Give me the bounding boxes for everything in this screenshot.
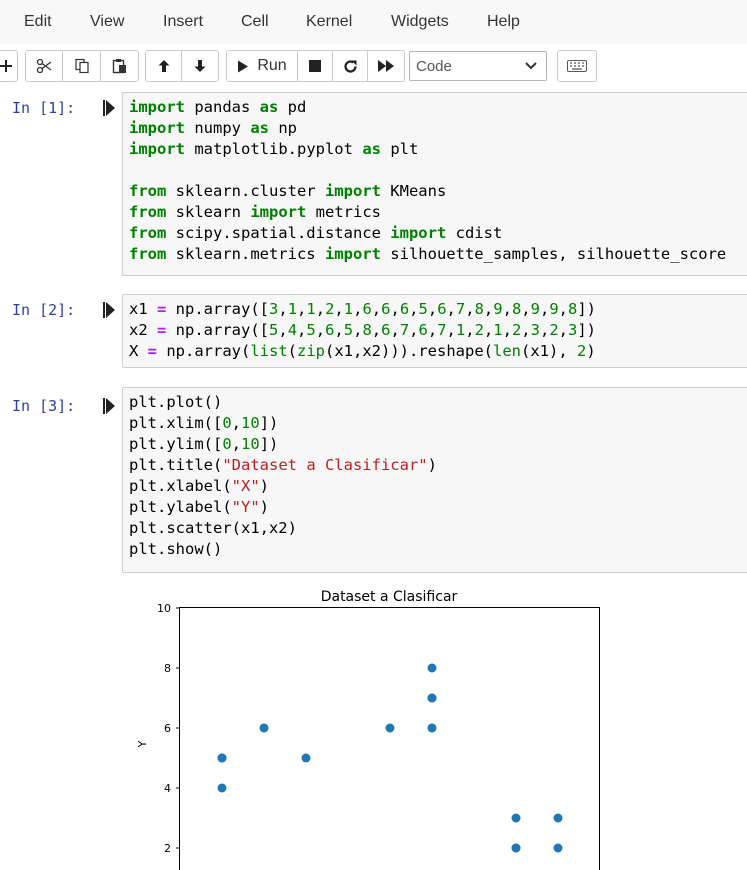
y-tick-label: 6 xyxy=(164,722,171,735)
scatter-point xyxy=(302,754,311,763)
cell-3-prompt: In [3]: xyxy=(12,397,75,415)
menu-help[interactable]: Help xyxy=(487,13,520,31)
code-line: import matplotlib.pyplot as plt xyxy=(129,139,747,160)
restart-icon xyxy=(343,59,358,74)
cell-2-prompt: In [2]: xyxy=(12,301,75,319)
copy-icon xyxy=(74,58,90,74)
y-tick-label: 8 xyxy=(164,662,171,675)
y-tick-label: 10 xyxy=(157,602,171,615)
cell-1-prompt: In [1]: xyxy=(12,99,75,117)
arrow-down-icon xyxy=(193,59,207,73)
y-tick-label: 2 xyxy=(164,842,171,855)
code-line: plt.title("Dataset a Clasificar") xyxy=(129,455,747,476)
cell-3-run-marker-icon[interactable] xyxy=(103,398,115,414)
move-up-button[interactable] xyxy=(145,50,182,82)
scatter-point xyxy=(428,724,437,733)
code-line: import pandas as pd xyxy=(129,97,747,118)
code-line: plt.scatter(x1,x2) xyxy=(129,518,747,539)
scatter-point xyxy=(512,844,521,853)
run-label: Run xyxy=(257,57,286,75)
scissors-icon xyxy=(36,58,52,74)
cell-3-code[interactable]: plt.plot()plt.xlim([0,10])plt.ylim([0,10… xyxy=(122,387,747,573)
cell-type-select[interactable]: Code xyxy=(409,51,547,81)
scatter-point xyxy=(428,694,437,703)
code-line: from sklearn.cluster import KMeans xyxy=(129,181,747,202)
run-button[interactable]: Run xyxy=(226,50,298,82)
paste-button[interactable] xyxy=(101,50,139,82)
insert-cell-button[interactable] xyxy=(0,50,18,82)
arrow-up-icon xyxy=(157,59,171,73)
scatter-point xyxy=(428,664,437,673)
scatter-chart: Dataset a Clasificar Y 2 4 6 8 10 xyxy=(0,580,747,870)
scatter-point xyxy=(512,814,521,823)
paste-icon xyxy=(112,58,128,74)
code-line: from sklearn import metrics xyxy=(129,202,747,223)
cell-2-code[interactable]: x1 = np.array([3,1,1,2,1,6,6,6,5,6,7,8,9… xyxy=(122,294,747,368)
fast-forward-icon xyxy=(378,60,394,72)
code-line: plt.xlim([0,10]) xyxy=(129,413,747,434)
run-all-button[interactable] xyxy=(368,50,405,82)
menu-edit[interactable]: Edit xyxy=(24,13,52,31)
menu-widgets[interactable]: Widgets xyxy=(391,13,449,31)
menu-cell[interactable]: Cell xyxy=(241,13,269,31)
interrupt-button[interactable] xyxy=(298,50,333,82)
menu-bar: Edit View Insert Cell Kernel Widgets Hel… xyxy=(0,0,747,45)
code-line: x1 = np.array([3,1,1,2,1,6,6,6,5,6,7,8,9… xyxy=(129,299,747,320)
code-line: plt.plot() xyxy=(129,392,747,413)
cell-type-value: Code xyxy=(416,58,452,75)
copy-button[interactable] xyxy=(63,50,101,82)
toolbar: Run xyxy=(0,44,747,90)
code-line: from scipy.spatial.distance import cdist xyxy=(129,223,747,244)
play-icon xyxy=(237,60,249,73)
scatter-point xyxy=(554,814,563,823)
command-palette-button[interactable] xyxy=(557,50,597,82)
cell-2-run-marker-icon[interactable] xyxy=(103,302,115,318)
chevron-down-icon xyxy=(524,57,538,75)
y-tick-label: 4 xyxy=(164,782,171,795)
scatter-point xyxy=(218,784,227,793)
restart-button[interactable] xyxy=(333,50,368,82)
menu-insert[interactable]: Insert xyxy=(163,13,203,31)
scatter-point xyxy=(386,724,395,733)
cell-1-run-marker-icon[interactable] xyxy=(103,100,115,116)
code-line: x2 = np.array([5,4,5,6,5,8,6,7,6,7,1,2,1… xyxy=(129,320,747,341)
chart-title: Dataset a Clasificar xyxy=(321,589,458,605)
code-line xyxy=(129,160,747,181)
plus-icon xyxy=(0,60,12,72)
code-line: X = np.array(list(zip(x1,x2))).reshape(l… xyxy=(129,341,747,362)
code-line: plt.ylabel("Y") xyxy=(129,497,747,518)
code-line: plt.ylim([0,10]) xyxy=(129,434,747,455)
code-line: plt.xlabel("X") xyxy=(129,476,747,497)
code-line: plt.show() xyxy=(129,539,747,560)
code-line: from sklearn.metrics import silhouette_s… xyxy=(129,244,747,265)
y-axis-label: Y xyxy=(136,740,149,748)
scatter-point xyxy=(554,844,563,853)
scatter-point xyxy=(260,724,269,733)
keyboard-icon xyxy=(567,60,587,72)
code-line: import numpy as np xyxy=(129,118,747,139)
stop-icon xyxy=(309,60,321,72)
scatter-point xyxy=(218,754,227,763)
cut-button[interactable] xyxy=(25,50,63,82)
menu-view[interactable]: View xyxy=(90,13,124,31)
menu-kernel[interactable]: Kernel xyxy=(306,13,352,31)
plot-area xyxy=(180,608,600,870)
move-down-button[interactable] xyxy=(182,50,219,82)
cell-1-code[interactable]: import pandas as pdimport numpy as npimp… xyxy=(122,92,747,276)
